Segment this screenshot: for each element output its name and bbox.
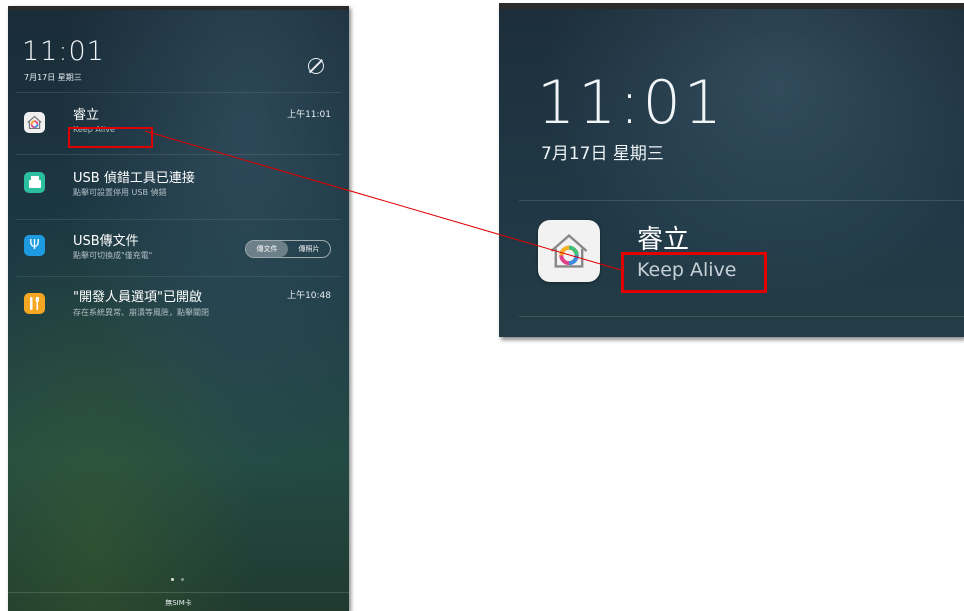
page-indicator: [171, 578, 184, 581]
highlight-box-large: [621, 252, 767, 293]
usb-debug-icon: [24, 172, 45, 193]
page-dot: [181, 578, 184, 581]
notification-subtitle: 點擊可切換成"僅充電": [73, 251, 153, 260]
developer-tools-icon: [24, 293, 45, 314]
toggle-option-files[interactable]: 傳文件: [246, 241, 288, 257]
page-dot-active: [171, 578, 174, 581]
notification-title: 睿立: [73, 108, 100, 123]
notification-title: "開發人員選項"已開啟: [73, 290, 202, 305]
toggle-option-photos[interactable]: 傳照片: [288, 241, 330, 257]
divider: [16, 219, 341, 220]
status-bar-edge: [499, 3, 964, 9]
zoomed-detail: 11:01 7月17日 星期三 睿立 Keep Alive: [499, 3, 964, 337]
divider: [16, 154, 341, 155]
do-not-disturb-icon[interactable]: [308, 58, 324, 74]
notification-subtitle: 存在系統異常、崩潰等風險，點擊關閉: [73, 308, 209, 317]
phone-lock-screen: 11:01 7月17日 星期三 睿立 Keep Alive 上午11:01 US: [8, 6, 349, 611]
notification-time: 上午10:48: [287, 291, 331, 301]
notification-usb-debugging[interactable]: USB 偵錯工具已連接 點擊可設置停用 USB 偵錯: [8, 158, 349, 214]
zoom-date: 7月17日 星期三: [541, 144, 664, 164]
usb-icon: Ψ: [24, 235, 45, 256]
usb-mode-toggle[interactable]: 傳文件 傳照片: [245, 240, 331, 258]
divider: [8, 592, 349, 593]
divider: [519, 316, 964, 317]
lock-clock: 11:01: [22, 36, 105, 67]
divider: [16, 276, 341, 277]
notification-title: USB傳文件: [73, 234, 139, 249]
notification-subtitle: 點擊可設置停用 USB 偵錯: [73, 188, 167, 197]
status-bar-edge: [8, 6, 349, 10]
divider: [519, 200, 964, 201]
lock-date: 7月17日 星期三: [24, 73, 82, 82]
notification-title: USB 偵錯工具已連接: [73, 171, 195, 186]
divider: [16, 92, 341, 93]
highlight-box-small: [68, 127, 153, 148]
notification-title: 睿立: [637, 225, 690, 255]
house-rainbow-icon: [24, 112, 45, 133]
house-rainbow-icon: [538, 220, 600, 282]
notification-keep-alive[interactable]: 睿立 Keep Alive 上午11:01: [8, 98, 349, 154]
carrier-label: 無SIM卡: [165, 599, 192, 607]
notification-time: 上午11:01: [287, 110, 331, 120]
notification-developer-options[interactable]: "開發人員選項"已開啟 存在系統異常、崩潰等風險，點擊關閉 上午10:48: [8, 280, 349, 336]
zoom-clock: 11:01: [537, 68, 725, 138]
